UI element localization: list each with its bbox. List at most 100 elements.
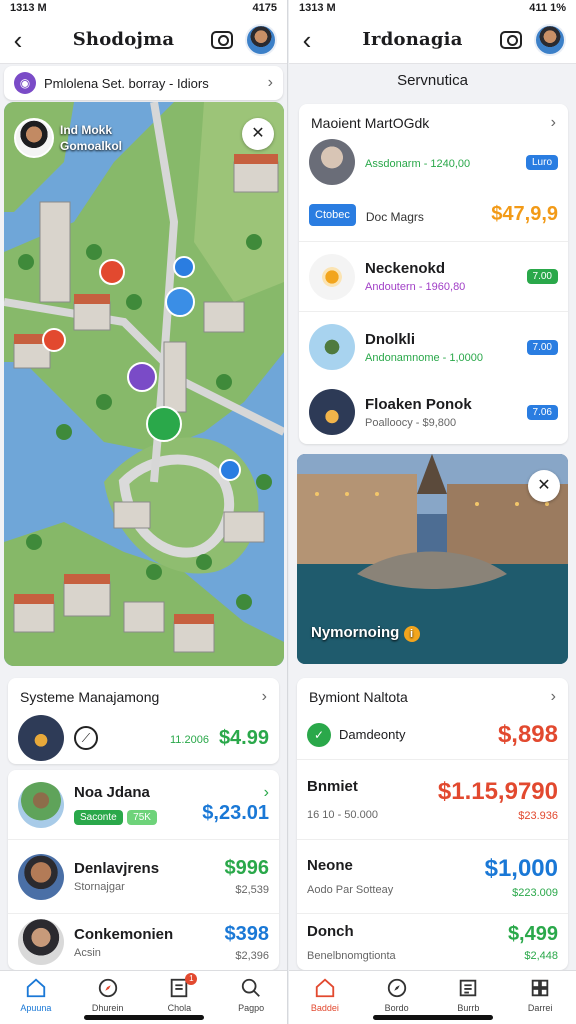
item-info: Donch Benelbnomgtionta xyxy=(307,923,508,962)
photo-caption: Nymornoing i xyxy=(311,624,420,642)
item-price-block: $398 $2,396 xyxy=(225,923,270,962)
item-price: $1.15,9790 xyxy=(437,777,558,805)
item-subtitle: Andoutern - 1960,80 xyxy=(365,281,466,293)
list-header-title: Bymiont Naltota xyxy=(309,689,408,705)
item-info: Neone Aodo Par Sotteay xyxy=(307,857,485,896)
city-map[interactable]: Ind Mokk Gomoalkol ✕ xyxy=(4,102,284,666)
page-title: Irdonagia xyxy=(362,29,463,50)
item-info: Damdeonty xyxy=(339,727,498,742)
tab-grid[interactable]: Darrei xyxy=(504,971,576,1024)
list-item[interactable]: Floaken Ponok Poalloocy - $9,800 7.06 xyxy=(299,382,568,442)
close-icon[interactable]: ✕ xyxy=(242,118,274,150)
item-secondary-price: $223.009 xyxy=(512,886,558,899)
item-info: Noa Jdana Saconte 75K xyxy=(74,784,202,825)
home-indicator xyxy=(83,1015,204,1020)
right-screen: 1313 M 411 1% ‹ Irdonagia Servnutica Mao… xyxy=(289,0,576,1024)
list-item[interactable]: Denlavjrens Stornajgar $996 $2,539 xyxy=(8,840,279,914)
list-item[interactable]: Dnolkli Andonamnome - 1,0000 7.00 xyxy=(299,312,568,382)
list-item[interactable]: ⟋ 11.2006 $4.99 xyxy=(8,710,279,766)
close-icon[interactable]: ✕ xyxy=(528,470,560,502)
action-button[interactable]: Ctobec xyxy=(309,203,356,226)
list-item[interactable]: Neckenokd Andoutern - 1960,80 7.00 xyxy=(299,242,568,312)
list-item[interactable]: Donch Benelbnomgtionta $,499 $2,448 xyxy=(297,914,568,970)
item-price: $398 xyxy=(224,922,270,945)
chevron-right-icon: › xyxy=(261,688,267,705)
avatar[interactable] xyxy=(534,23,566,56)
item-title: Doc Magrs xyxy=(365,209,424,224)
list-item[interactable]: Conkemonien Acsin $398 $2,396 xyxy=(8,914,279,970)
info-icon[interactable]: i xyxy=(403,626,420,642)
item-info: Floaken Ponok Poalloocy - $9,800 xyxy=(365,396,527,429)
chevron-right-icon: › xyxy=(550,114,556,131)
item-price-block: › $,23.01 xyxy=(202,784,269,825)
status-badge: Saconte xyxy=(74,810,123,825)
status-bar: 1313 M 4175 xyxy=(0,0,287,16)
list-header[interactable]: Bymiont Naltota › xyxy=(297,678,568,710)
tab-label: Dhurein xyxy=(91,1003,124,1013)
item-info: Bnmiet 16 10 - 50.000 xyxy=(307,778,438,821)
notification-badge: 1 xyxy=(185,973,198,985)
list-item[interactable]: ✓ Damdeonty $,898 xyxy=(297,710,568,760)
tab-home[interactable]: Apuuna xyxy=(0,971,72,1024)
item-price: $47,9,9 xyxy=(491,203,558,225)
item-thumbnail xyxy=(309,253,355,300)
status-battery: 411 1% xyxy=(529,2,566,14)
avatar[interactable] xyxy=(245,23,277,56)
list-item[interactable]: Bnmiet 16 10 - 50.000 $1.15,9790 $23.936 xyxy=(297,760,568,840)
item-subtitle: Acsin xyxy=(74,946,101,959)
tab-label: Pagpo xyxy=(238,1003,265,1013)
item-info: Neckenokd Andoutern - 1960,80 xyxy=(365,260,527,293)
promo-banner[interactable]: ◉ Pmlolena Set. borray - Idiors › xyxy=(4,66,283,100)
list-card: Noa Jdana Saconte 75K › $,23.01 Denlavjr… xyxy=(8,770,279,970)
tab-search[interactable]: Pagpo xyxy=(215,971,287,1024)
tab-label: Burrb xyxy=(457,1003,480,1013)
item-tags: Saconte 75K xyxy=(74,807,202,825)
camera-icon[interactable] xyxy=(500,30,522,49)
compass-icon xyxy=(387,978,406,998)
item-price: $996 xyxy=(224,857,270,879)
list-header[interactable]: Systeme Manajamong › xyxy=(8,678,279,710)
list-item[interactable]: Assdonarm - 1240,00 Luro xyxy=(299,136,568,188)
tab-label: Baddei xyxy=(310,1003,339,1013)
back-icon[interactable]: ‹ xyxy=(289,16,325,64)
list-item[interactable]: Ctobec Doc Magrs $47,9,9 xyxy=(299,188,568,242)
list-item[interactable]: Noa Jdana Saconte 75K › $,23.01 xyxy=(8,770,279,840)
item-secondary-price: $2,448 xyxy=(524,949,558,962)
grid-icon xyxy=(531,979,549,997)
item-price-block: $,499 $2,448 xyxy=(508,923,558,962)
chevron-right-icon: › xyxy=(267,74,273,91)
item-title: Bnmiet xyxy=(307,778,358,795)
chevron-right-icon: › xyxy=(263,784,269,801)
item-info: 11.2006 xyxy=(106,730,219,746)
item-badge: 7.00 xyxy=(526,269,558,284)
photo-card[interactable]: ✕ Nymornoing i xyxy=(297,454,568,664)
card-header[interactable]: Maoient MartOGdk › xyxy=(299,104,568,136)
list-card: Systeme Manajamong › ⟋ 11.2006 $4.99 xyxy=(8,678,279,764)
item-subtitle: Poalloocy - $9,800 xyxy=(365,416,457,429)
chevron-right-icon: › xyxy=(550,688,556,705)
map-user-avatar[interactable] xyxy=(14,118,54,158)
status-time: 1313 M xyxy=(10,2,47,14)
item-info: Dnolkli Andonamnome - 1,0000 xyxy=(365,331,527,364)
list-item[interactable]: Neone Aodo Par Sotteay $1,000 $223.009 xyxy=(297,840,568,914)
item-thumbnail xyxy=(18,919,64,965)
camera-icon[interactable] xyxy=(211,30,233,49)
item-info: Doc Magrs xyxy=(366,206,491,224)
tab-home[interactable]: Baddei xyxy=(289,971,361,1024)
back-icon[interactable]: ‹ xyxy=(0,16,36,64)
item-price-block: $1,000 $223.009 xyxy=(485,855,558,899)
card-header-title: Maoient MartOGdk xyxy=(311,115,430,131)
tab-label: Chola xyxy=(167,1003,192,1013)
home-icon xyxy=(315,978,335,998)
item-price: $,23.01 xyxy=(202,802,269,824)
compass-icon[interactable]: ⟋ xyxy=(74,726,98,750)
tab-bar: Apuuna Dhurein 1 Chola Pagpo xyxy=(0,970,287,1024)
left-screen: 1313 M 4175 ‹ Shodojma ◉ Pmlolena Set. b… xyxy=(0,0,288,1024)
item-subtitle: 11.2006 xyxy=(169,734,209,746)
tab-label: Darrei xyxy=(527,1003,553,1013)
item-title: Damdeonty xyxy=(339,727,406,742)
list-header-title: Systeme Manajamong xyxy=(20,689,160,705)
item-badge: 7.00 xyxy=(526,339,558,355)
item-subtitle: 16 10 - 50.000 xyxy=(307,809,378,821)
home-icon xyxy=(26,978,46,998)
